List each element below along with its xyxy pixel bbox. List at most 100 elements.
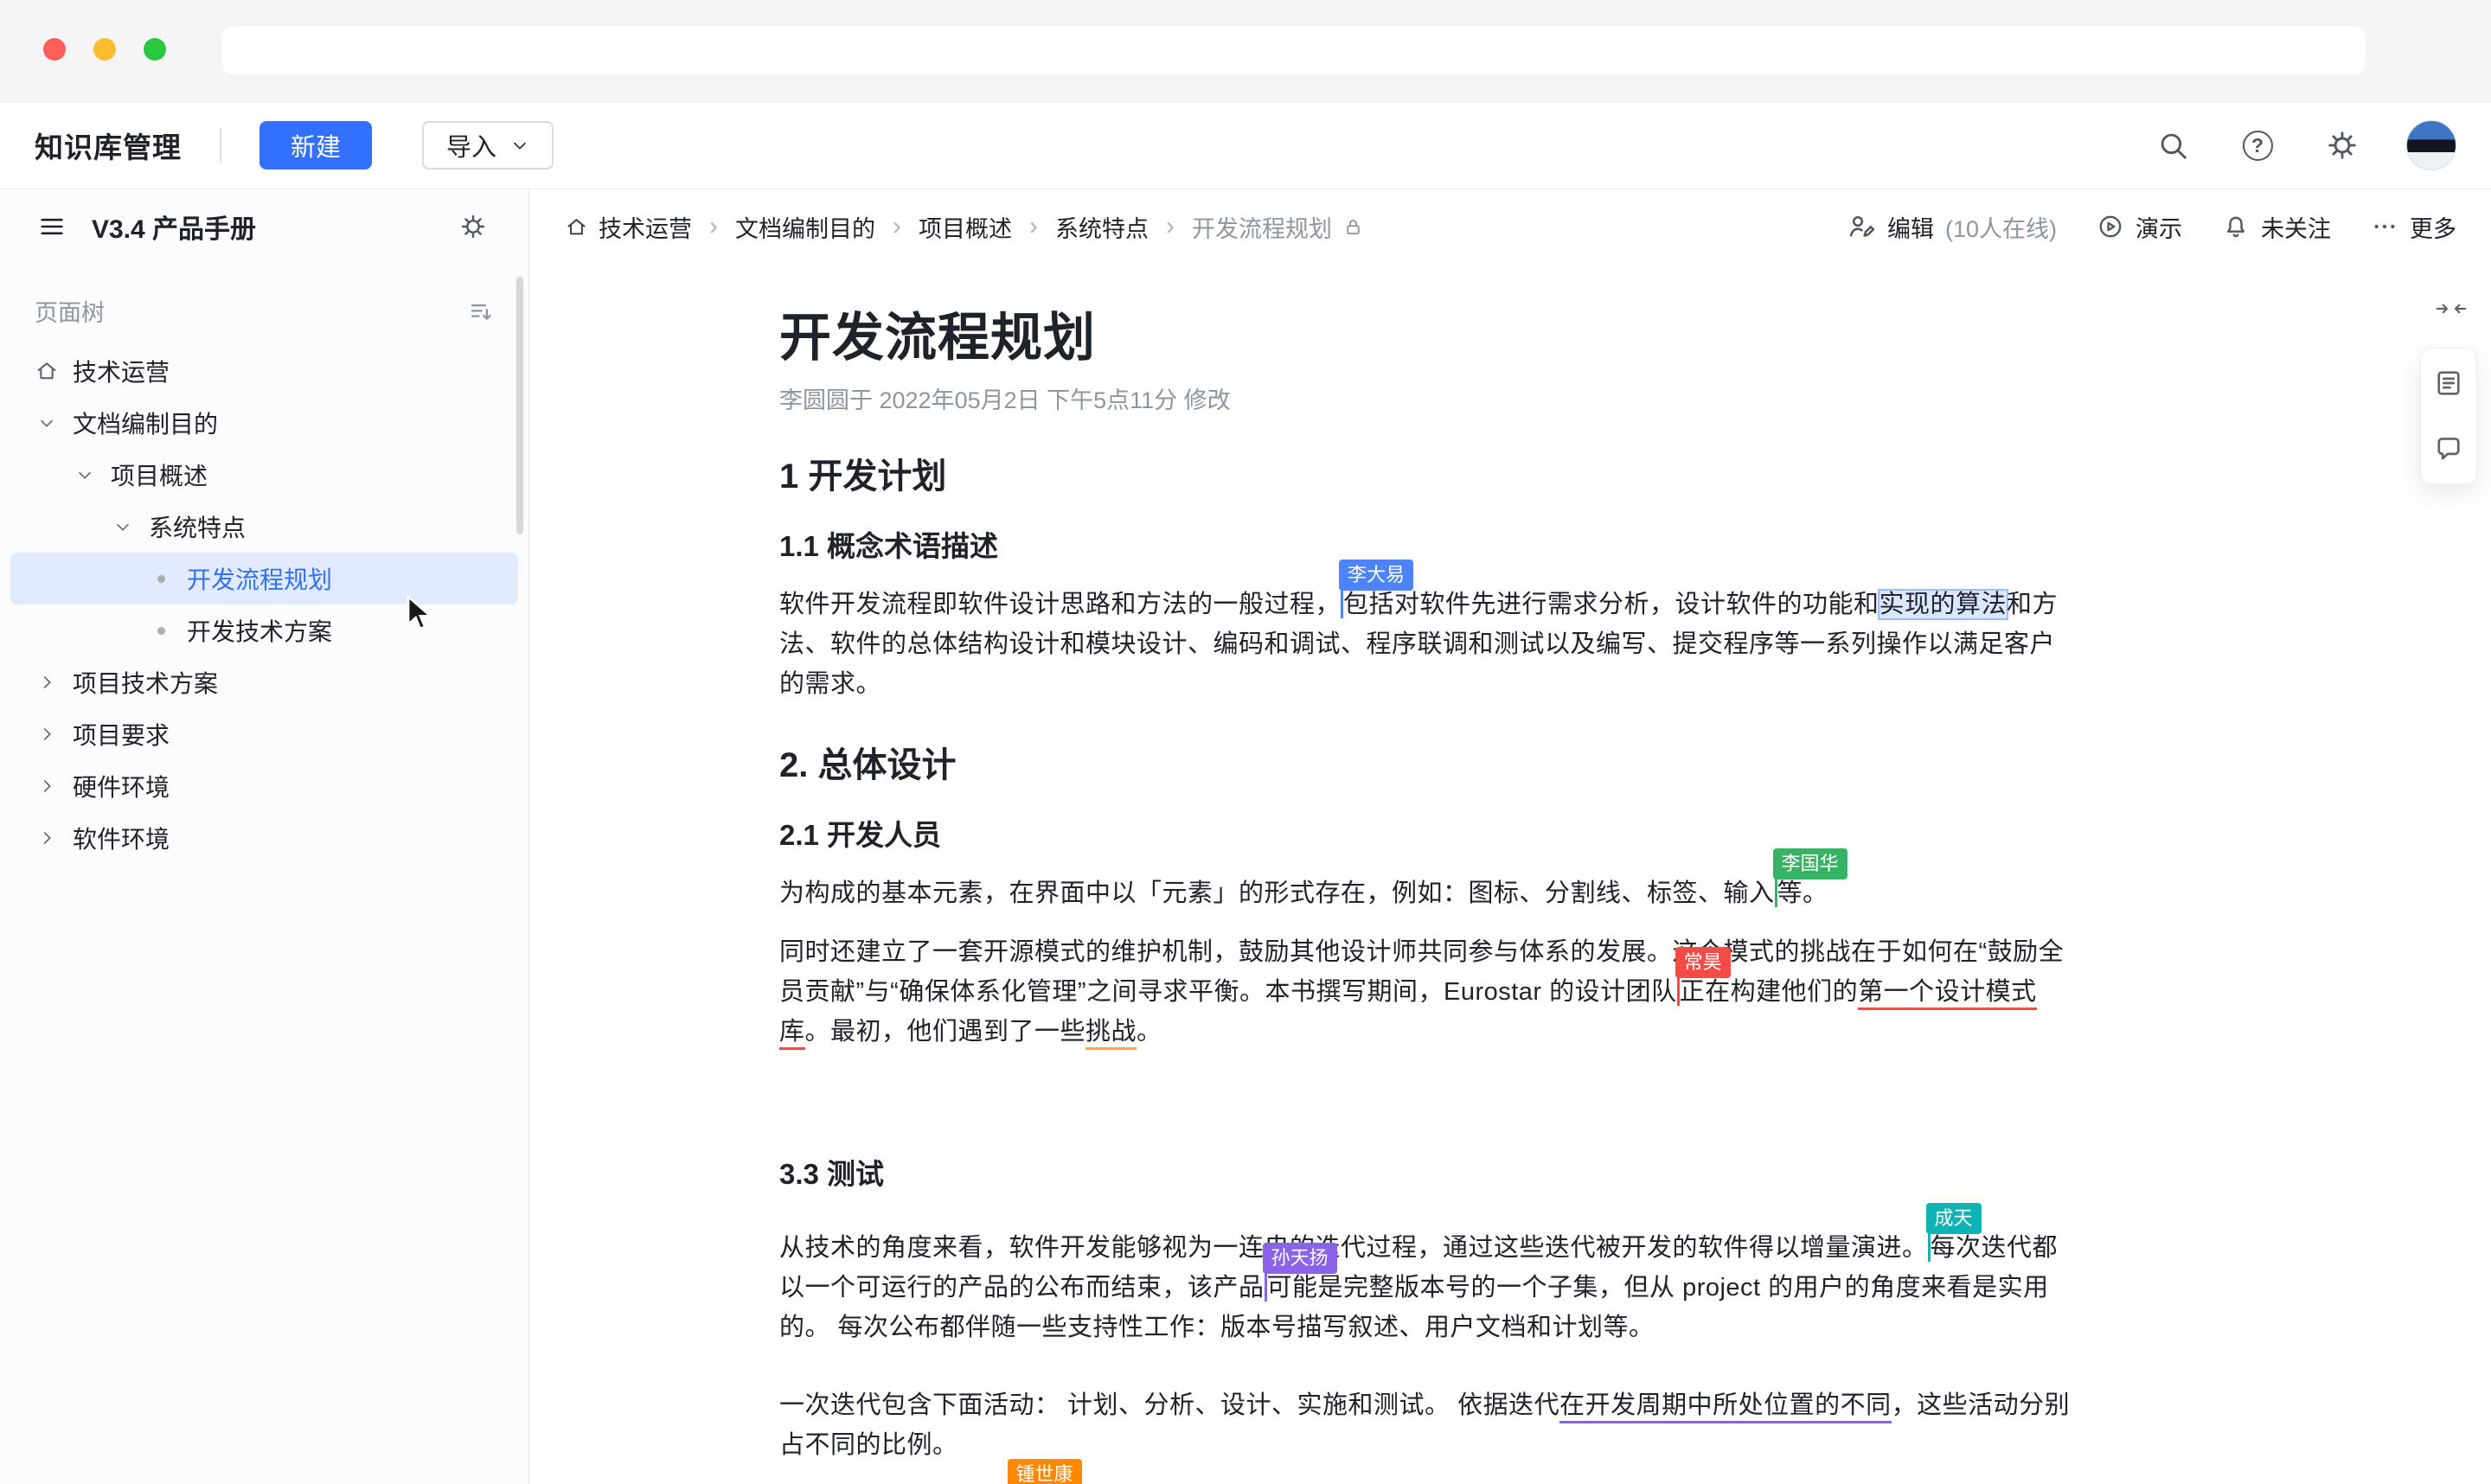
bell-icon bbox=[2222, 213, 2250, 240]
zoom-button[interactable] bbox=[144, 38, 166, 61]
follow-button[interactable]: 未关注 bbox=[2222, 210, 2331, 244]
doc-text: 。 bbox=[1137, 1018, 1162, 1046]
tree-item-doc-purpose[interactable]: 文档编制目的 bbox=[10, 397, 518, 449]
doc-text: 一次迭代包含下面活动： 计划、分析、设计、实施和测试。 依据迭代 bbox=[779, 1391, 1559, 1419]
tree-item-system-features[interactable]: 系统特点 bbox=[10, 501, 518, 553]
header-divider bbox=[220, 128, 221, 163]
chevron-right-icon[interactable] bbox=[35, 828, 59, 848]
sidebar-scrollbar[interactable] bbox=[516, 277, 523, 534]
collab-cursor: 李国华 bbox=[1775, 876, 1777, 907]
more-button[interactable]: 更多 bbox=[2371, 210, 2456, 244]
chevron-down-icon[interactable] bbox=[111, 517, 135, 536]
doc-paragraph: 从技术的角度来看，软件开发能够视为一连串的迭代过程，通过这些迭代被开发的软件得以… bbox=[779, 1228, 2077, 1347]
collab-cursor-label: 常昊 bbox=[1675, 947, 1731, 978]
tree-item-label: 文档编制目的 bbox=[73, 406, 218, 440]
collab-cursor-label: 李大易 bbox=[1339, 560, 1413, 591]
book-settings-icon[interactable] bbox=[452, 206, 494, 247]
doc-text: 从技术的角度来看，软件开发能够视为一连串的迭代过程，通过这些迭代被开发的软件得以… bbox=[779, 1234, 1928, 1262]
avatar[interactable] bbox=[2406, 120, 2456, 170]
app-header: 知识库管理 新建 导入 ? bbox=[0, 102, 2491, 189]
outline-icon[interactable] bbox=[2428, 362, 2469, 404]
more-label: 更多 bbox=[2410, 210, 2456, 244]
minimize-button[interactable] bbox=[93, 38, 116, 61]
tree-item-label: 项目要求 bbox=[73, 717, 170, 752]
breadcrumb: 技术运营 › 文档编制目的 › 项目概述 › 系统特点 › 开发流程规划 bbox=[565, 210, 1364, 244]
menu-icon[interactable] bbox=[35, 206, 69, 247]
tree-item-project-overview[interactable]: 项目概述 bbox=[10, 449, 518, 501]
window-titlebar bbox=[0, 0, 2491, 102]
crumb-tech-ops[interactable]: 技术运营 bbox=[565, 210, 692, 244]
dot-icon bbox=[149, 575, 173, 583]
tree-item-label: 项目概述 bbox=[111, 457, 208, 492]
crumb-label: 系统特点 bbox=[1055, 210, 1149, 244]
chevron-down-icon[interactable] bbox=[73, 465, 97, 484]
tree-item-dev-process[interactable]: 开发流程规划 bbox=[10, 553, 518, 604]
comment-icon[interactable] bbox=[2428, 428, 2469, 470]
crumb-doc-purpose[interactable]: 文档编制目的 bbox=[735, 210, 875, 244]
chevron-right-icon[interactable] bbox=[35, 777, 59, 796]
edit-users-icon bbox=[1847, 212, 1876, 241]
doc-text: 正在构建他们的 bbox=[1680, 978, 1859, 1006]
lock-icon bbox=[1342, 216, 1364, 238]
doc-text: 为构成的基本元素，在界面中以「元素」的形式存在，例如：图标、分割线、标签、输入 bbox=[779, 880, 1775, 907]
edit-label: 编辑 bbox=[1887, 210, 1934, 244]
chevron-right-icon[interactable] bbox=[35, 725, 59, 744]
breadcrumb-separator: › bbox=[709, 214, 718, 240]
app-title: 知识库管理 bbox=[35, 125, 182, 166]
search-icon[interactable] bbox=[2152, 125, 2193, 166]
tree-item-software[interactable]: 软件环境 bbox=[10, 812, 518, 864]
collab-cursor: 李大易 bbox=[1341, 587, 1343, 618]
crumb-system-features[interactable]: 系统特点 bbox=[1055, 210, 1149, 244]
doc-heading: 1 开发计划 bbox=[779, 455, 2077, 498]
doc-toolbar: 编辑 (10人在线) 演示 未关注 更多 bbox=[1847, 210, 2456, 244]
close-button[interactable] bbox=[43, 38, 66, 61]
document-editor[interactable]: 开发流程规划 李圆圆于 2022年05月2日 下午5点11分 修改 1 开发计划… bbox=[779, 263, 2077, 1484]
tree-item-hardware[interactable]: 硬件环境 bbox=[10, 760, 518, 812]
collab-cursor: 常昊 bbox=[1677, 975, 1680, 1006]
doc-text: 软件开发流程即软件设计思路和方法的一般过程， bbox=[779, 591, 1341, 618]
tree-item-label: 技术运营 bbox=[73, 354, 170, 388]
present-button[interactable]: 演示 bbox=[2097, 210, 2182, 244]
crumb-project-overview[interactable]: 项目概述 bbox=[919, 210, 1012, 244]
crumb-label: 开发流程规划 bbox=[1192, 210, 1332, 244]
breadcrumb-separator: › bbox=[1166, 214, 1175, 240]
doc-paragraph: 软件开发流程即软件设计思路和方法的一般过程，李大易包括对软件先进行需求分析，设计… bbox=[779, 585, 2077, 704]
doc-blocks: 1 开发计划1.1 概念术语描述软件开发流程即软件设计思路和方法的一般过程，李大… bbox=[779, 455, 2077, 1484]
ellipsis-icon bbox=[2371, 213, 2398, 240]
chevron-down-icon bbox=[510, 136, 529, 155]
import-button[interactable]: 导入 bbox=[422, 121, 554, 170]
chevron-right-icon[interactable] bbox=[35, 673, 59, 692]
chevron-down-icon[interactable] bbox=[35, 413, 59, 432]
tree-item-project-req[interactable]: 项目要求 bbox=[10, 708, 518, 760]
question-mark: ? bbox=[2243, 131, 2273, 161]
tree-label: 页面树 bbox=[35, 294, 105, 328]
doc-heading: 3.3 测试 bbox=[779, 1155, 2077, 1193]
window-controls bbox=[43, 38, 166, 61]
sort-icon[interactable] bbox=[468, 298, 494, 324]
doc-heading: 2. 总体设计 bbox=[779, 744, 2077, 787]
doc-meta: 李圆圆于 2022年05月2日 下午5点11分 修改 bbox=[779, 386, 2077, 415]
collab-cursor-label: 锺世康 bbox=[1008, 1459, 1082, 1484]
tree-item-dev-tech[interactable]: 开发技术方案 bbox=[10, 604, 518, 656]
settings-icon[interactable] bbox=[2321, 125, 2363, 166]
crumb-label: 技术运营 bbox=[599, 210, 692, 244]
collab-cursor: 成天 bbox=[1928, 1231, 1931, 1262]
tree-item-label: 开发技术方案 bbox=[187, 613, 332, 648]
edit-button[interactable]: 编辑 (10人在线) bbox=[1847, 210, 2057, 244]
collapse-icon[interactable] bbox=[2434, 296, 2469, 326]
doc-side-panel bbox=[2420, 348, 2477, 484]
address-bar[interactable] bbox=[222, 26, 2366, 74]
collab-cursor: 孙天扬 bbox=[1265, 1270, 1267, 1302]
doc-paragraph: 一次迭代包含下面活动： 计划、分析、设计、实施和测试。 依据迭代在开发周期中所处… bbox=[779, 1385, 2077, 1465]
tree-item-label: 软件环境 bbox=[73, 821, 170, 855]
breadcrumb-separator: › bbox=[1029, 214, 1038, 240]
new-button[interactable]: 新建 bbox=[259, 121, 372, 170]
content-area: 技术运营 › 文档编制目的 › 项目概述 › 系统特点 › 开发流程规划 编辑 … bbox=[530, 190, 2491, 1484]
sidebar-header: V3.4 产品手册 bbox=[0, 190, 528, 263]
tree-item-tech-ops[interactable]: 技术运营 bbox=[10, 345, 518, 397]
crumb-label: 文档编制目的 bbox=[735, 210, 875, 244]
doc-paragraph: 同时还建立了一套开源模式的维护机制，鼓励其他设计师共同参与体系的发展。这个模式的… bbox=[779, 932, 2077, 1052]
tree-item-project-tech[interactable]: 项目技术方案 bbox=[10, 656, 518, 708]
app-header-actions: ? bbox=[2152, 120, 2456, 170]
help-icon[interactable]: ? bbox=[2237, 125, 2278, 166]
